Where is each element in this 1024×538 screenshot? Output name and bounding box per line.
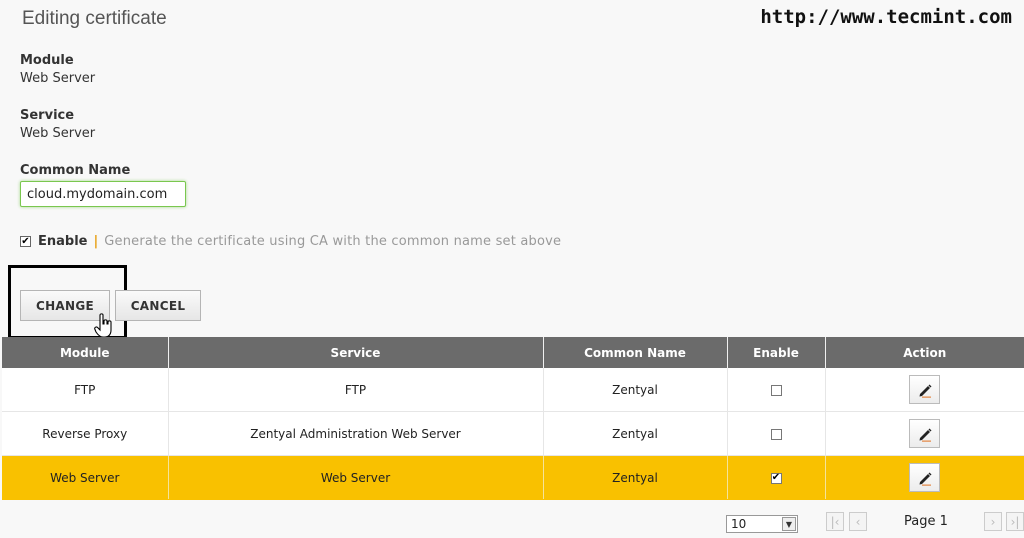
column-header-common-name: Common Name xyxy=(543,337,728,368)
common-name-input[interactable] xyxy=(20,181,186,207)
cell-action xyxy=(825,455,1024,500)
row-enable-checkbox[interactable]: ✔ xyxy=(770,472,782,484)
service-label: Service xyxy=(20,108,75,123)
hand-pointer-icon xyxy=(94,313,112,338)
page-size-value: 10 xyxy=(731,517,747,531)
column-header-enable: Enable xyxy=(727,337,826,368)
column-header-service: Service xyxy=(168,337,544,368)
table-row: FTP FTP Zentyal xyxy=(2,368,1024,412)
cell-module: Web Server xyxy=(2,455,169,500)
edit-button[interactable] xyxy=(909,463,940,492)
table-row: Reverse Proxy Zentyal Administration Web… xyxy=(2,411,1024,456)
pencil-icon xyxy=(919,384,931,398)
cell-module: FTP xyxy=(2,368,169,412)
module-value: Web Server xyxy=(20,71,96,86)
cell-action xyxy=(825,411,1024,456)
prev-page-icon: ‹ xyxy=(855,514,861,529)
watermark: http://www.tecmint.com xyxy=(760,6,1012,28)
page-title: Editing certificate xyxy=(22,8,167,29)
page-indicator: Page 1 xyxy=(904,514,948,529)
enable-separator: | xyxy=(93,234,99,249)
edit-button[interactable] xyxy=(909,375,940,404)
certificates-table: Module Service Common Name Enable Action… xyxy=(2,337,1024,500)
cell-service: Zentyal Administration Web Server xyxy=(168,411,544,456)
cell-common-name: Zentyal xyxy=(543,411,728,456)
common-name-label: Common Name xyxy=(20,163,131,178)
edit-button[interactable] xyxy=(909,419,940,448)
last-page-icon: ›| xyxy=(1010,514,1020,529)
prev-page-button[interactable]: ‹ xyxy=(849,512,867,531)
enable-checkbox[interactable]: ✔ xyxy=(20,236,31,247)
module-label: Module xyxy=(20,53,74,68)
row-enable-checkbox[interactable] xyxy=(770,428,782,440)
pencil-icon xyxy=(919,428,931,442)
first-page-icon: |‹ xyxy=(830,514,840,529)
cell-common-name: Zentyal xyxy=(543,455,728,500)
last-page-button[interactable]: ›| xyxy=(1006,512,1024,531)
row-enable-checkbox[interactable] xyxy=(770,384,782,396)
cell-service: Web Server xyxy=(168,455,544,500)
cell-module: Reverse Proxy xyxy=(2,411,169,456)
enable-label: Enable xyxy=(38,234,88,249)
enable-help-text: Generate the certificate using CA with t… xyxy=(104,234,562,249)
enable-row: ✔ Enable | Generate the certificate usin… xyxy=(20,234,561,249)
pencil-icon xyxy=(919,472,931,486)
column-header-action: Action xyxy=(825,337,1024,368)
table-row-selected: Web Server Web Server Zentyal ✔ xyxy=(2,455,1024,500)
table-header-row: Module Service Common Name Enable Action xyxy=(2,337,1024,368)
first-page-button[interactable]: |‹ xyxy=(826,512,844,531)
column-header-module: Module xyxy=(2,337,169,368)
cell-enable: ✔ xyxy=(727,455,826,500)
cell-enable xyxy=(727,411,826,456)
cancel-button[interactable]: CANCEL xyxy=(115,290,201,321)
cell-service: FTP xyxy=(168,368,544,412)
page-size-select[interactable]: 10 ▼ xyxy=(726,515,798,533)
cell-common-name: Zentyal xyxy=(543,368,728,412)
chevron-down-icon: ▼ xyxy=(782,517,796,531)
next-page-icon: › xyxy=(990,514,996,529)
next-page-button[interactable]: › xyxy=(984,512,1002,531)
cell-action xyxy=(825,368,1024,412)
cell-enable xyxy=(727,368,826,412)
service-value: Web Server xyxy=(20,126,96,141)
